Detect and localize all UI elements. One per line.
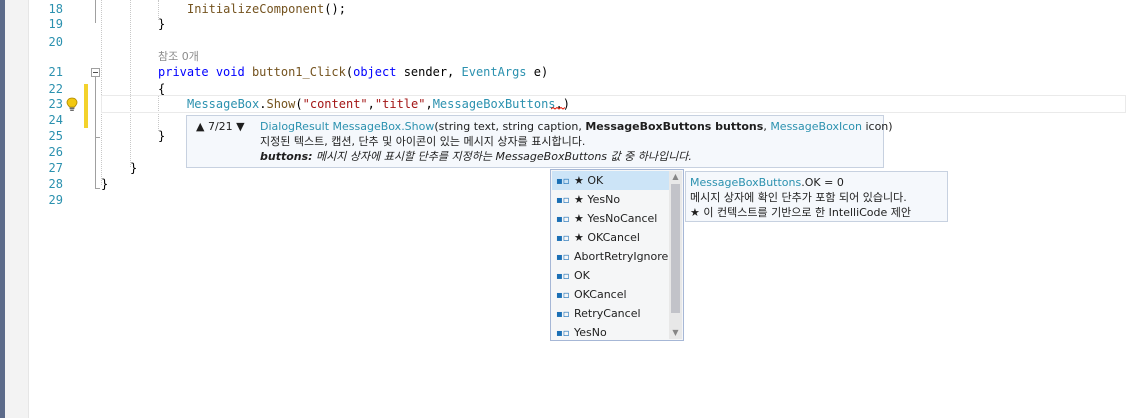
completion-item[interactable]: ▪▫ ★ YesNoCancel (552, 209, 670, 228)
overload-counter: 7/21 (207, 120, 233, 133)
scroll-up-icon[interactable]: ▲ (669, 171, 682, 183)
closing-brace: } (158, 17, 166, 31)
completion-item-label: ★ OKCancel (574, 231, 640, 244)
error-squiggle[interactable] (551, 107, 565, 110)
code-line: 21 private void button1_Click(object sen… (0, 63, 1128, 81)
completion-item-label: ★ YesNo (574, 193, 621, 206)
current-parameter: MessageBoxButtons buttons (585, 120, 764, 133)
enum-member-icon: ▪▫ (556, 328, 570, 339)
completion-scrollbar[interactable]: ▲ ▼ (669, 171, 682, 339)
enum-member-icon: ▪▫ (556, 309, 570, 320)
method-call[interactable]: InitializeComponent (187, 2, 324, 16)
completion-item[interactable]: ▪▫ ★ OKCancel (552, 228, 670, 247)
intellisense-completion-list[interactable]: ▪▫ ★ OK ▪▫ ★ YesNo ▪▫ ★ YesNoCancel ▪▫ ★ OKC… (550, 169, 684, 341)
completion-item[interactable]: ▪▫ RetryCancel (552, 304, 670, 323)
member-description: 메시지 상자에 확인 단추가 포함 되어 있습니다. (690, 191, 907, 204)
parameter-description-text: 메시지 상자에 표시할 단추를 지정하는 MessageBoxButtons 값… (312, 150, 692, 163)
scrollbar-thumb[interactable] (671, 184, 680, 313)
parameter-type: MessageBoxIcon (770, 120, 862, 133)
method-signature: DialogResult MessageBox.Show(string text… (260, 119, 893, 135)
code-text: , (367, 97, 375, 111)
string-literal: "title" (374, 97, 426, 111)
completion-item-label: OKCancel (574, 288, 627, 301)
completion-item-label: AbortRetryIgnore (574, 250, 669, 263)
enum-member-icon: ▪▫ (556, 271, 570, 282)
overload-down-icon[interactable]: ▼ (236, 120, 244, 133)
completion-item[interactable]: ▪▫ YesNo (552, 323, 670, 340)
completion-item-label: OK (574, 269, 590, 282)
overload-navigator: ▲ 7/21 ▼ (196, 119, 245, 135)
keyword: private (158, 65, 209, 79)
keyword: object (353, 65, 397, 79)
enum-member-icon: ▪▫ (556, 214, 570, 225)
code-text: , (425, 97, 433, 111)
enum-member-icon: ▪▫ (556, 176, 570, 187)
signature-params: (string text, string caption, (434, 120, 586, 133)
signature-params: icon) (861, 120, 893, 133)
completion-item-label: ★ OK (574, 174, 604, 187)
completion-item[interactable]: ▪▫ ★ YesNo (552, 190, 670, 209)
enum-member-icon: ▪▫ (556, 233, 570, 244)
completion-item[interactable]: ▪▫ AbortRetryIgnore (552, 247, 670, 266)
enum-member-value: .OK = 0 (801, 176, 844, 189)
enum-member-icon: ▪▫ (556, 252, 570, 263)
completion-description-tooltip: MessageBoxButtons.OK = 0 메시지 상자에 확인 단추가 … (685, 171, 948, 222)
parameter-description: buttons: 메시지 상자에 표시할 단추를 지정하는 MessageBox… (260, 149, 692, 165)
line-number: 21 (48, 65, 63, 79)
code-text: ( (295, 97, 303, 111)
code-text: (); (324, 2, 346, 16)
completion-item-label: RetryCancel (574, 307, 641, 320)
member-signature: MessageBoxButtons.OK = 0 (690, 175, 947, 190)
code-line: 19 } (0, 15, 1128, 33)
line-number: 19 (48, 17, 63, 31)
lightbulb-icon[interactable] (65, 97, 79, 113)
parameter-info-tooltip: ▲ 7/21 ▼ DialogResult MessageBox.Show(st… (186, 115, 893, 168)
completion-item[interactable]: ▪▫ OK (552, 266, 670, 285)
intellicode-note: ★ 이 컨텍스트를 기반으로 한 IntelliCode 제안 (690, 206, 912, 219)
line-number: 29 (48, 193, 63, 207)
scroll-down-icon[interactable]: ▼ (669, 327, 682, 339)
completion-item-label: YesNo (574, 326, 607, 339)
enum-member-icon: ▪▫ (556, 290, 570, 301)
completion-item[interactable]: ▪▫ ★ OK (552, 171, 670, 190)
enum-type-name: MessageBoxButtons (690, 176, 802, 189)
code-text: e) (526, 65, 549, 79)
parameter-name: buttons: (260, 150, 313, 163)
enum-member-icon: ▪▫ (556, 195, 570, 206)
method-name[interactable]: button1_Click (252, 65, 346, 79)
overload-up-icon[interactable]: ▲ (196, 120, 204, 133)
type-name[interactable]: EventArgs (462, 65, 527, 79)
method-call[interactable]: Show (266, 97, 295, 111)
method-qualified-name: MessageBox.Show (332, 120, 435, 133)
code-text: sender, (396, 65, 462, 79)
completion-item-label: ★ YesNoCancel (574, 212, 658, 225)
keyword: void (215, 65, 245, 79)
string-literal: "content" (302, 97, 368, 111)
method-description: 지정된 텍스트, 캡션, 단추 및 아이콘이 있는 메시지 상자를 표시합니다. (260, 135, 586, 148)
type-name[interactable]: MessageBoxButtons (433, 97, 556, 111)
return-type: DialogResult (260, 120, 330, 133)
type-name[interactable]: MessageBox (187, 97, 259, 111)
completion-item[interactable]: ▪▫ OKCancel (552, 285, 670, 304)
